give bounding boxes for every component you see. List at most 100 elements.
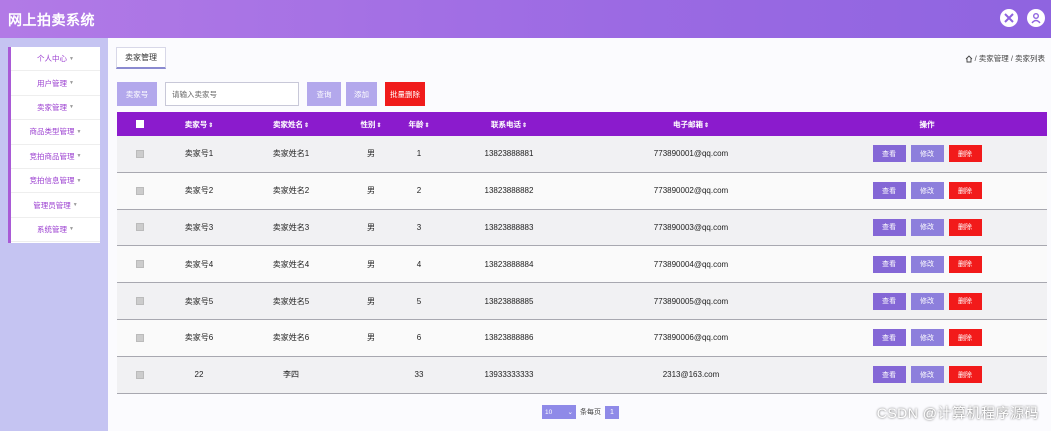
pagination: 10 ⌄ 条每页 1	[542, 405, 619, 419]
delete-button[interactable]: 删除	[948, 255, 982, 273]
cell-gender: 男	[367, 149, 375, 159]
edit-button[interactable]: 修改	[910, 255, 944, 273]
chevron-down-icon: ⌄	[567, 409, 573, 416]
query-button[interactable]: 查询	[307, 82, 341, 106]
view-button[interactable]: 查看	[872, 182, 906, 200]
sidebar-item-product-type-management[interactable]: 商品类型管理 ▼	[11, 120, 100, 145]
row-checkbox[interactable]	[136, 333, 144, 342]
cell-seller-no: 卖家号6	[184, 333, 214, 343]
page-button-current[interactable]: 1	[605, 405, 619, 419]
breadcrumb: / 卖家管理 / 卖家列表	[965, 53, 1045, 64]
cell-phone: 13823888886	[484, 333, 534, 343]
sidebar-item-system-management[interactable]: 系统管理 ▼	[11, 218, 100, 243]
cell-name: 卖家姓名6	[272, 333, 310, 343]
expand-icon[interactable]	[1000, 9, 1018, 27]
caret-down-icon: ▼	[76, 128, 82, 135]
search-input[interactable]	[165, 82, 299, 106]
edit-button[interactable]: 修改	[910, 366, 944, 384]
caret-down-icon: ▼	[69, 55, 74, 62]
seller-table: 卖家号⇕ 卖家姓名⇕ 性别⇕ 年龄⇕ 联系电话⇕ 电子邮箱⇕ 操作 卖家号1 卖家…	[117, 112, 1047, 394]
delete-button[interactable]: 删除	[948, 366, 982, 384]
cell-email: 2313@163.com	[662, 370, 720, 380]
user-icon[interactable]	[1027, 9, 1045, 27]
sidebar-menu: 个人中心 ▼ 用户管理 ▼ 卖家管理 ▼ 商品类型管理 ▼ 竞拍商品管理 ▼ 竞拍信息管理…	[8, 47, 100, 243]
table-row: 卖家号4 卖家姓名4 男 4 13823888884 773890004@qq.com 查看…	[117, 246, 1047, 284]
column-header-seller-no[interactable]: 卖家号⇕	[163, 119, 235, 130]
view-button[interactable]: 查看	[872, 329, 906, 347]
cell-email: 773890002@qq.com	[653, 186, 729, 196]
cell-seller-no: 卖家号2	[184, 186, 214, 196]
cell-name: 卖家姓名5	[272, 296, 310, 306]
cell-gender: 男	[367, 296, 375, 306]
breadcrumb-path: / 卖家管理 / 卖家列表	[974, 54, 1045, 63]
per-page-label: 条每页	[580, 409, 601, 416]
edit-button[interactable]: 修改	[910, 182, 944, 200]
column-header-gender[interactable]: 性别⇕	[347, 119, 395, 130]
edit-button[interactable]: 修改	[910, 292, 944, 310]
column-header-email[interactable]: 电子邮箱⇕	[575, 119, 807, 130]
cell-gender: 男	[367, 333, 375, 343]
table-row: 卖家号1 卖家姓名1 男 1 13823888881 773890001@qq.com 查看…	[117, 136, 1047, 173]
sidebar-item-user-management[interactable]: 用户管理 ▼	[11, 71, 100, 96]
watermark: CSDN @计算机程序源码	[876, 405, 1039, 421]
cell-name: 卖家姓名1	[272, 149, 310, 159]
cell-age: 33	[414, 370, 424, 380]
cell-name: 李四	[283, 370, 299, 380]
view-button[interactable]: 查看	[872, 255, 906, 273]
view-button[interactable]: 查看	[872, 145, 906, 163]
main-content: 卖家管理 / 卖家管理 / 卖家列表 卖家号 查询 添加 批量删除 卖家号⇕ 卖…	[108, 38, 1051, 431]
cell-gender: 男	[367, 222, 375, 232]
page-size-select[interactable]: 10 ⌄	[542, 405, 576, 419]
delete-button[interactable]: 删除	[948, 329, 982, 347]
view-button[interactable]: 查看	[872, 292, 906, 310]
table-body: 卖家号1 卖家姓名1 男 1 13823888881 773890001@qq.com 查看…	[117, 136, 1047, 394]
edit-button[interactable]: 修改	[910, 329, 944, 347]
batch-delete-button[interactable]: 批量删除	[385, 82, 425, 106]
row-checkbox[interactable]	[136, 149, 144, 158]
cell-name: 卖家姓名4	[272, 259, 310, 269]
column-header-actions: 操作	[919, 119, 935, 129]
column-header-name[interactable]: 卖家姓名⇕	[235, 119, 347, 130]
cell-phone: 13823888883	[484, 222, 534, 232]
cell-gender: 男	[367, 186, 375, 196]
cell-age: 4	[416, 259, 422, 269]
edit-button[interactable]: 修改	[910, 145, 944, 163]
caret-down-icon: ▼	[76, 153, 82, 160]
column-header-phone[interactable]: 联系电话⇕	[443, 119, 575, 130]
row-checkbox[interactable]	[136, 186, 144, 195]
select-all-checkbox[interactable]	[136, 120, 144, 128]
row-checkbox[interactable]	[136, 370, 144, 379]
cell-age: 6	[416, 333, 422, 343]
view-button[interactable]: 查看	[872, 218, 906, 236]
cell-email: 773890005@qq.com	[653, 296, 729, 306]
column-header-age[interactable]: 年龄⇕	[395, 119, 443, 130]
cell-phone: 13933333333	[484, 370, 534, 380]
caret-down-icon: ▼	[69, 226, 74, 233]
table-row: 22 李四 33 13933333333 2313@163.com 查看 修改 删除	[117, 356, 1047, 394]
view-button[interactable]: 查看	[872, 366, 906, 384]
edit-button[interactable]: 修改	[910, 218, 944, 236]
row-checkbox[interactable]	[136, 260, 144, 269]
delete-button[interactable]: 删除	[948, 218, 982, 236]
table-row: 卖家号6 卖家姓名6 男 6 13823888886 773890006@qq.com 查看…	[117, 319, 1047, 357]
cell-seller-no: 卖家号4	[184, 259, 214, 269]
home-icon[interactable]	[965, 54, 973, 63]
row-checkbox[interactable]	[136, 223, 144, 232]
sidebar-item-auction-product-management[interactable]: 竞拍商品管理 ▼	[11, 145, 100, 169]
seller-no-label: 卖家号	[117, 82, 157, 106]
sidebar-item-auction-info-management[interactable]: 竞拍信息管理 ▼	[11, 169, 100, 194]
row-checkbox[interactable]	[136, 297, 144, 306]
cell-age: 5	[416, 296, 422, 306]
sidebar-item-seller-management[interactable]: 卖家管理 ▼	[11, 96, 100, 121]
sidebar-item-personal-center[interactable]: 个人中心 ▼	[11, 47, 100, 72]
cell-phone: 13823888882	[484, 186, 534, 196]
delete-button[interactable]: 删除	[948, 292, 982, 310]
cell-age: 3	[416, 222, 422, 232]
delete-button[interactable]: 删除	[948, 145, 982, 163]
delete-button[interactable]: 删除	[948, 182, 982, 200]
caret-down-icon: ▼	[72, 202, 78, 209]
cell-email: 773890006@qq.com	[653, 333, 729, 343]
sidebar-item-admin-management[interactable]: 管理员管理 ▼	[11, 193, 100, 218]
add-button[interactable]: 添加	[346, 82, 377, 106]
tab-seller-management[interactable]: 卖家管理	[116, 47, 166, 69]
